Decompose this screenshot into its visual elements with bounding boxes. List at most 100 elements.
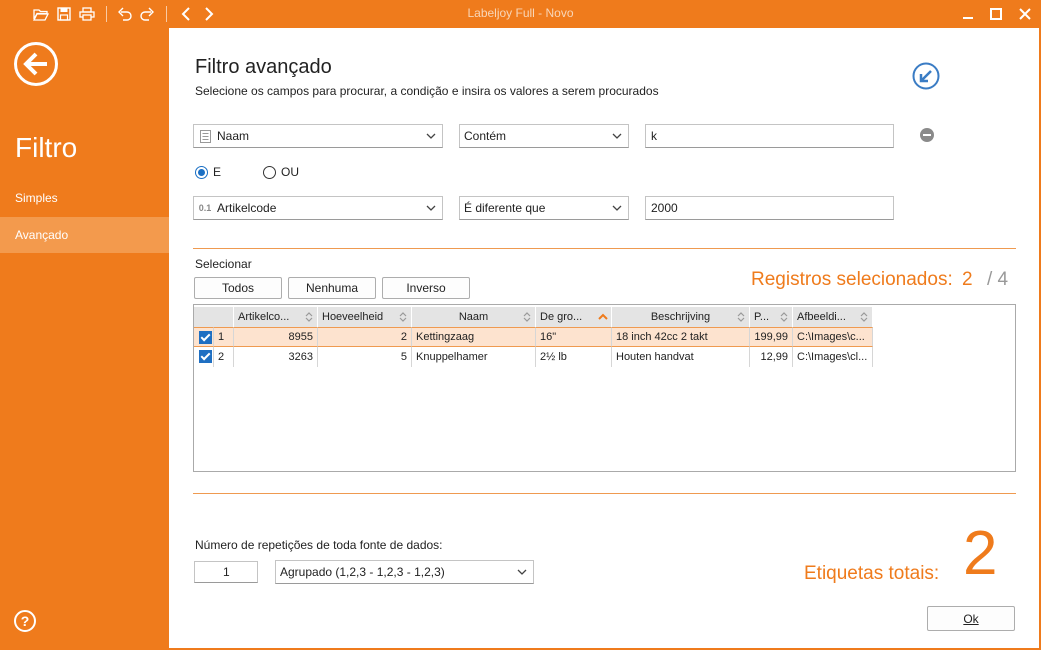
cell-beschrijving: Houten handvat	[612, 347, 750, 367]
numeric-field-icon: 0.1	[198, 203, 212, 213]
repetitions-input[interactable]: 1	[194, 561, 258, 583]
cell-hoeveelheid: 2	[318, 327, 412, 347]
sort-icon	[737, 312, 745, 322]
sidebar-title: Filtro	[15, 132, 78, 163]
records-grid: Artikelco... Hoeveelheid Naam De gro... …	[193, 304, 1016, 472]
column-header-label: De gro...	[540, 311, 583, 323]
sort-icon	[399, 312, 407, 322]
column-header-label: Beschrijving	[650, 311, 711, 323]
maximize-button[interactable]	[985, 4, 1007, 24]
row-checkbox[interactable]	[194, 347, 214, 367]
chevron-down-icon	[426, 205, 436, 211]
condition-1-field-value: Naam	[217, 129, 250, 143]
radio-and-dot	[195, 165, 208, 179]
condition-1-value-input[interactable]: k	[645, 124, 894, 148]
cell-de-grootte: 16"	[536, 327, 612, 347]
column-header-label: P...	[754, 311, 770, 323]
select-label: Selecionar	[195, 257, 252, 271]
row-index: 2	[214, 347, 234, 367]
select-inverse-button[interactable]: Inverso	[382, 277, 470, 299]
condition-1-field-select[interactable]: Naam	[193, 124, 443, 148]
repetitions-label: Número de repetições de toda fonte de da…	[195, 538, 443, 552]
text-field-icon	[198, 129, 212, 143]
column-header-prijs[interactable]: P...	[750, 307, 793, 327]
column-header-label: Afbeeldi...	[797, 311, 846, 323]
chevron-down-icon	[517, 569, 527, 575]
radio-or[interactable]: OU	[263, 165, 299, 179]
total-labels-value: 2	[963, 519, 998, 588]
row-checkbox[interactable]	[194, 327, 214, 347]
cell-afbeelding: C:\Images\cl...	[793, 347, 873, 367]
sort-icon	[860, 312, 868, 322]
condition-1-operator-select[interactable]: Contém	[459, 124, 629, 148]
condition-2-value-input[interactable]: 2000	[645, 196, 894, 220]
cell-beschrijving: 18 inch 42cc 2 takt	[612, 327, 750, 347]
table-row[interactable]: 1 8955 2 Kettingzaag 16" 18 inch 42cc 2 …	[194, 327, 873, 347]
minimize-button[interactable]	[957, 4, 979, 24]
column-header-beschrijving[interactable]: Beschrijving	[612, 307, 750, 327]
column-header-artikelcode[interactable]: Artikelco...	[234, 307, 318, 327]
close-button[interactable]	[1014, 4, 1036, 24]
select-all-button[interactable]: Todos	[194, 277, 282, 299]
sort-icon	[780, 312, 788, 322]
condition-2-operator-value: É diferente que	[464, 201, 546, 215]
grid-header-corner	[194, 307, 234, 327]
page-subtitle: Selecione os campos para procurar, a con…	[195, 84, 659, 98]
repetition-mode-value: Agrupado (1,2,3 - 1,2,3 - 1,2,3)	[280, 565, 445, 579]
select-none-button[interactable]: Nenhuma	[288, 277, 376, 299]
column-header-label: Hoeveelheid	[322, 311, 384, 323]
condition-2-field-value: Artikelcode	[217, 201, 277, 215]
remove-condition-icon[interactable]	[920, 128, 934, 142]
divider	[193, 493, 1016, 494]
column-header-hoeveelheid[interactable]: Hoeveelheid	[318, 307, 412, 327]
cell-prijs: 12,99	[750, 347, 793, 367]
back-button[interactable]	[14, 42, 58, 86]
repetition-mode-select[interactable]: Agrupado (1,2,3 - 1,2,3 - 1,2,3)	[275, 560, 534, 584]
sort-icon	[523, 312, 531, 322]
selected-records-count: 2	[962, 269, 973, 290]
sort-ascending-icon	[598, 313, 608, 320]
sidebar: Filtro Simples Avançado ?	[0, 28, 169, 650]
cell-artikelcode: 3263	[234, 347, 318, 367]
column-header-afbeelding[interactable]: Afbeeldi...	[793, 307, 873, 327]
cell-hoeveelheid: 5	[318, 347, 412, 367]
sidebar-item-simples[interactable]: Simples	[0, 180, 169, 216]
cell-naam: Knuppelhamer	[412, 347, 536, 367]
column-header-de-grootte[interactable]: De gro...	[536, 307, 612, 327]
cell-afbeelding: C:\Images\c...	[793, 327, 873, 347]
total-labels-label: Etiquetas totais:	[804, 563, 940, 584]
sort-icon	[305, 312, 313, 322]
title-bar: Labeljoy Full - Novo	[0, 0, 1041, 28]
sidebar-item-avancado[interactable]: Avançado	[0, 217, 169, 253]
chevron-down-icon	[426, 133, 436, 139]
page-title: Filtro avançado	[195, 56, 332, 78]
checkbox-checked	[199, 331, 212, 344]
row-index: 1	[214, 327, 234, 347]
condition-1-operator-value: Contém	[464, 129, 507, 143]
chevron-down-icon	[612, 205, 622, 211]
radio-and[interactable]: E	[195, 165, 221, 179]
help-icon[interactable]: ?	[14, 610, 36, 632]
cell-naam: Kettingzaag	[412, 327, 536, 347]
grid-header: Artikelco... Hoeveelheid Naam De gro... …	[194, 307, 873, 327]
column-header-label: Naam	[458, 311, 489, 323]
condition-2-field-select[interactable]: 0.1 Artikelcode	[193, 196, 443, 220]
app-title: Labeljoy Full - Novo	[467, 6, 574, 20]
condition-2-operator-select[interactable]: É diferente que	[459, 196, 629, 220]
radio-and-label: E	[213, 165, 222, 179]
radio-or-dot	[263, 165, 276, 179]
table-row[interactable]: 2 3263 5 Knuppelhamer 2½ lb Houten handv…	[194, 347, 873, 367]
main-panel: Filtro avançado Selecione os campos para…	[169, 28, 1039, 648]
selected-records-label: Registros selecionados:	[751, 269, 953, 290]
divider	[193, 248, 1016, 249]
cell-prijs: 199,99	[750, 327, 793, 347]
checkbox-checked	[199, 350, 212, 363]
cell-de-grootte: 2½ lb	[536, 347, 612, 367]
ok-button[interactable]: Ok	[927, 606, 1015, 631]
apply-filter-icon[interactable]	[912, 62, 940, 90]
cell-artikelcode: 8955	[234, 327, 318, 347]
total-records-count: / 4	[987, 269, 1009, 290]
column-header-naam[interactable]: Naam	[412, 307, 536, 327]
chevron-down-icon	[612, 133, 622, 139]
column-header-label: Artikelco...	[238, 311, 290, 323]
